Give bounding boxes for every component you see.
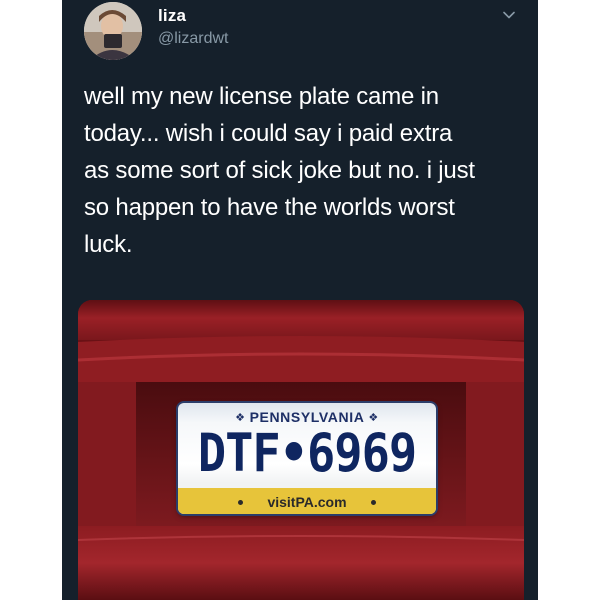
tweet-card: liza @lizardwt well my new license plate… bbox=[62, 0, 538, 600]
tweet-text-line: so happen to have the worlds worst bbox=[84, 194, 455, 221]
plate-number: DTF•6969 bbox=[197, 423, 417, 485]
license-plate: ❖ PENNSYLVANIA ❖ DTF•6969 visitPA.com bbox=[178, 403, 436, 514]
user-handle[interactable]: @lizardwt bbox=[158, 30, 228, 48]
avatar[interactable] bbox=[84, 2, 142, 60]
tweet-text-line: today... wish i could say i paid extra bbox=[84, 120, 453, 147]
tweet-text-line: luck. bbox=[84, 231, 133, 258]
tweet-text-line: well my new license plate came in bbox=[84, 83, 439, 110]
plate-url: visitPA.com bbox=[267, 494, 347, 510]
chevron-down-icon[interactable] bbox=[502, 8, 516, 22]
bolt-icon bbox=[371, 500, 376, 505]
avatar-image bbox=[84, 2, 142, 60]
bolt-icon bbox=[238, 500, 243, 505]
tweet-photo[interactable]: ❖ PENNSYLVANIA ❖ DTF•6969 visitPA.com bbox=[78, 300, 524, 600]
tweet-text: well my new license plate came in today.… bbox=[84, 78, 524, 263]
display-name[interactable]: liza bbox=[158, 6, 186, 26]
tweet-text-line: as some sort of sick joke but no. i just bbox=[84, 157, 475, 184]
